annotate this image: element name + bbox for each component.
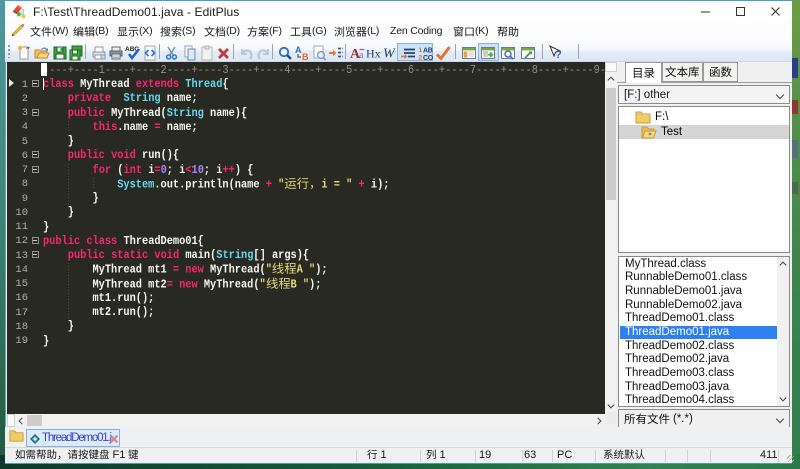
svg-text:a: a [359,50,364,61]
svg-text:W: W [383,47,396,62]
svg-text:B: B [302,52,309,61]
svg-text:2: 2 [419,55,423,62]
svg-text:?: ? [555,49,562,61]
svg-text:AB: AB [423,48,433,55]
svg-text:1: 1 [419,47,423,54]
svg-text:Hx: Hx [366,47,381,61]
svg-text:A: A [295,45,302,55]
svg-text:CO: CO [423,55,433,61]
